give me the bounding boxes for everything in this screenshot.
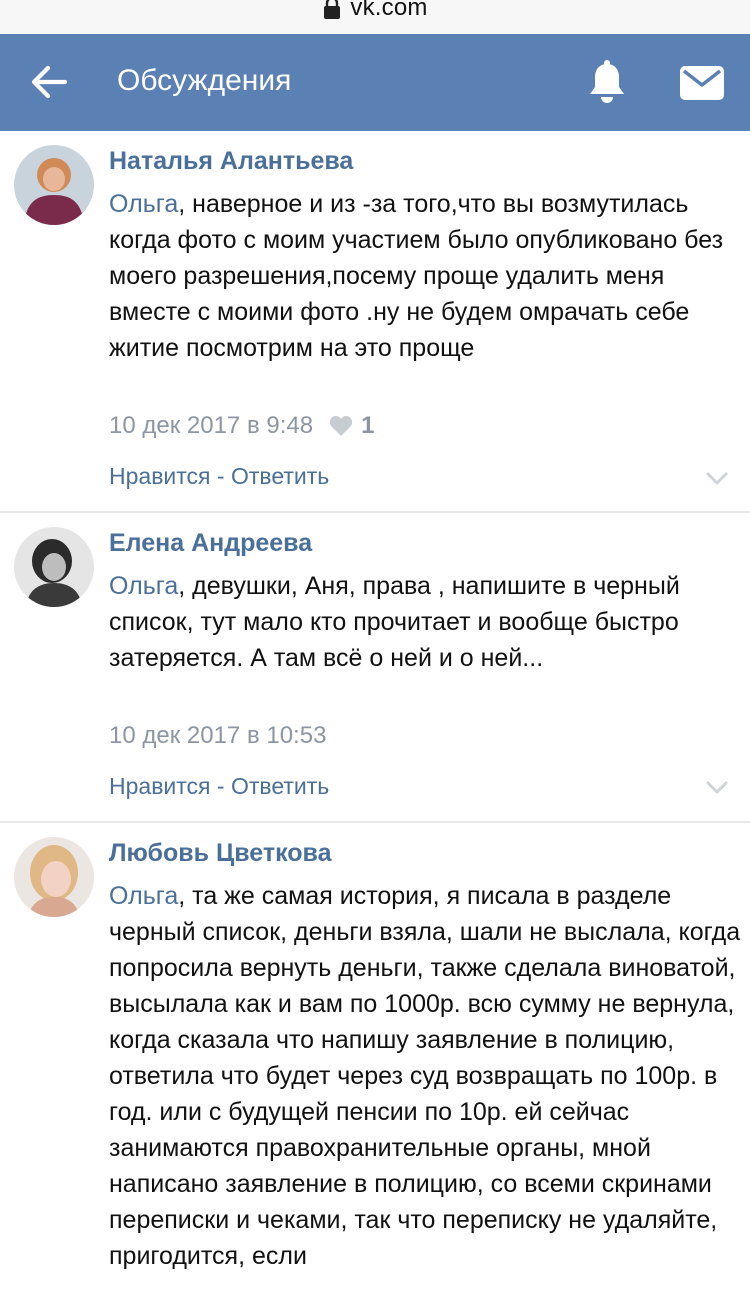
comment-text: Ольга, та же самая история, я писала в р… <box>109 878 745 1274</box>
envelope-icon[interactable] <box>680 66 724 100</box>
comment-actions: Нравится - Ответить <box>109 463 329 490</box>
actions-separator: - <box>210 773 231 799</box>
comment-item: Наталья Алантьева Ольга, наверное и из -… <box>0 131 750 513</box>
comment-meta: 10 дек 2017 в 9:48 1 <box>109 412 374 440</box>
comment-body: , та же самая история, я писала в раздел… <box>109 882 741 1270</box>
chevron-down-icon[interactable] <box>706 472 728 486</box>
lock-icon <box>324 0 341 19</box>
arrow-left-icon[interactable] <box>28 64 68 100</box>
comment-body: , наверное и из -за того,что вы возмутил… <box>109 190 724 362</box>
comment-item: Любовь Цветкова Ольга, та же самая истор… <box>0 823 750 1303</box>
reply-button[interactable]: Ответить <box>231 463 329 489</box>
bell-icon[interactable] <box>586 60 628 106</box>
avatar[interactable] <box>14 145 94 225</box>
browser-url-bar[interactable]: vk.com <box>0 0 750 34</box>
app-header: Обсуждения <box>0 34 750 131</box>
like-count: 1 <box>361 412 375 439</box>
comment-item: Елена Андреева Ольга, девушки, Аня, прав… <box>0 513 750 823</box>
comment-meta: 10 дек 2017 в 10:53 <box>109 722 326 750</box>
comment-mention[interactable]: Ольга <box>109 882 178 910</box>
comment-text: Ольга, девушки, Аня, права , напишите в … <box>109 568 745 676</box>
comments-list: Наталья Алантьева Ольга, наверное и из -… <box>0 131 750 1303</box>
chevron-down-icon[interactable] <box>706 781 728 795</box>
reply-button[interactable]: Ответить <box>231 773 329 799</box>
comment-body: , девушки, Аня, права , напишите в черны… <box>109 572 680 672</box>
like-button[interactable]: Нравится <box>109 773 211 799</box>
like-button[interactable]: Нравится <box>109 463 211 489</box>
avatar[interactable] <box>14 527 94 607</box>
comment-date[interactable]: 10 дек 2017 в 9:48 <box>109 412 313 440</box>
comment-mention[interactable]: Ольга <box>109 572 178 600</box>
actions-separator: - <box>210 463 231 489</box>
comment-author[interactable]: Наталья Алантьева <box>109 147 353 176</box>
comment-date[interactable]: 10 дек 2017 в 10:53 <box>109 722 326 750</box>
page-title: Обсуждения <box>117 64 292 97</box>
comment-author[interactable]: Елена Андреева <box>109 529 312 558</box>
browser-url: vk.com <box>350 0 428 21</box>
comment-author[interactable]: Любовь Цветкова <box>109 839 331 868</box>
heart-icon[interactable] <box>329 415 353 437</box>
comment-actions: Нравится - Ответить <box>109 773 329 800</box>
avatar[interactable] <box>14 837 94 917</box>
comment-text: Ольга, наверное и из -за того,что вы воз… <box>109 186 745 366</box>
comment-mention[interactable]: Ольга <box>109 190 178 218</box>
